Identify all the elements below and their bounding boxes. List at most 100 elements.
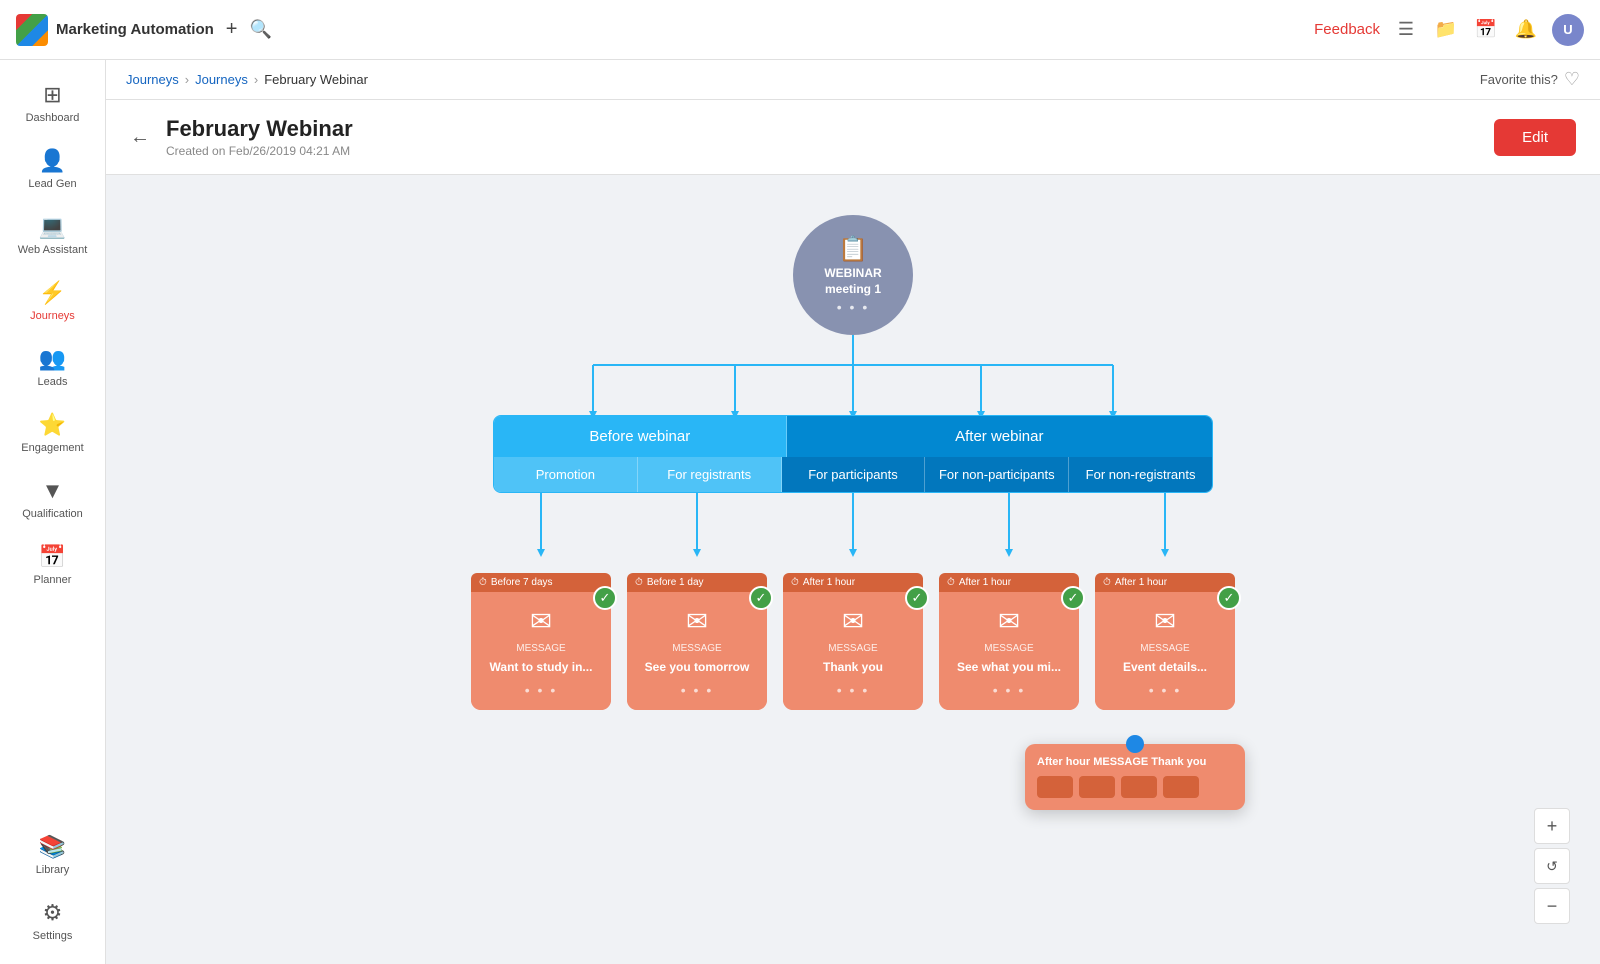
sidebar-item-leads[interactable]: 👥 Leads <box>8 336 98 398</box>
sidebar-label-dashboard: Dashboard <box>26 112 80 124</box>
main-layout: ⊞ Dashboard 👤 Lead Gen 💻 Web Assistant ⚡… <box>0 60 1600 964</box>
branches-sub: Promotion For registrants For participan… <box>494 457 1212 492</box>
webinar-label: WEBINARmeeting 1 <box>824 266 881 297</box>
journeys-icon: ⚡ <box>39 280 66 306</box>
sidebar-label-web-assistant: Web Assistant <box>18 244 88 256</box>
connector-svg-top <box>493 335 1213 415</box>
timer-label-5: After 1 hour <box>1115 577 1167 588</box>
sidebar-item-qualification[interactable]: ▼ Qualification <box>8 468 98 530</box>
message-card-1[interactable]: ⏱ Before 7 days ✉ MESSAGE Want to study … <box>471 573 611 710</box>
avatar[interactable]: U <box>1552 14 1584 46</box>
sidebar-label-journeys: Journeys <box>30 310 75 322</box>
message-card-3[interactable]: ⏱ After 1 hour ✉ MESSAGE Thank you • • •… <box>783 573 923 710</box>
edit-button[interactable]: Edit <box>1494 119 1576 156</box>
sidebar-item-settings[interactable]: ⚙ Settings <box>8 890 98 952</box>
branch-after-header[interactable]: After webinar <box>787 416 1212 457</box>
qualification-icon: ▼ <box>42 478 64 504</box>
branch-sub-participants[interactable]: For participants <box>782 457 926 492</box>
bell-icon[interactable]: 🔔 <box>1512 16 1540 44</box>
sidebar-item-lead-gen[interactable]: 👤 Lead Gen <box>8 138 98 200</box>
card-body-5: ✉ MESSAGE Event details... • • • ✓ <box>1095 592 1235 710</box>
sidebar-item-planner[interactable]: 📅 Planner <box>8 534 98 596</box>
sidebar-label-settings: Settings <box>33 930 73 942</box>
sidebar-label-leads: Leads <box>38 376 68 388</box>
message-card-5[interactable]: ⏱ After 1 hour ✉ MESSAGE Event details..… <box>1095 573 1235 710</box>
popup-title: After hour MESSAGE Thank you <box>1037 756 1233 768</box>
branch-sub-non-participants[interactable]: For non-participants <box>925 457 1069 492</box>
sidebar: ⊞ Dashboard 👤 Lead Gen 💻 Web Assistant ⚡… <box>0 60 106 964</box>
connector-svg-bottom <box>463 493 1243 573</box>
webinar-node[interactable]: 📋 WEBINARmeeting 1 • • • <box>793 215 913 335</box>
popup-dot-2 <box>1079 776 1115 798</box>
breadcrumb-journeys2[interactable]: Journeys <box>195 72 248 87</box>
sidebar-label-engagement: Engagement <box>21 442 83 454</box>
branch-before-header[interactable]: Before webinar <box>494 416 787 457</box>
timer-icon-2: ⏱ <box>635 577 643 588</box>
web-assistant-icon: 💻 <box>39 214 66 240</box>
branch-sub-registrants[interactable]: For registrants <box>638 457 782 492</box>
timer-icon-3: ⏱ <box>791 577 799 588</box>
timer-label-2: Before 1 day <box>647 577 704 588</box>
branch-sub-non-registrants[interactable]: For non-registrants <box>1069 457 1212 492</box>
breadcrumb-sep2: › <box>254 72 258 87</box>
popup-dots-row <box>1037 776 1233 798</box>
heart-icon[interactable]: ♡ <box>1564 69 1580 90</box>
zoom-in-button[interactable]: + <box>1534 808 1570 844</box>
card-timer-1: ⏱ Before 7 days <box>471 573 611 592</box>
page-header: ← February Webinar Created on Feb/26/201… <box>106 100 1600 175</box>
lead-gen-icon: 👤 <box>39 148 66 174</box>
breadcrumb-journeys1[interactable]: Journeys <box>126 72 179 87</box>
popup-dot-4 <box>1163 776 1199 798</box>
sidebar-label-qualification: Qualification <box>22 508 83 520</box>
popup-dot-3 <box>1121 776 1157 798</box>
topbar: Marketing Automation + 🔍 Feedback ☰ 📁 📅 … <box>0 0 1600 60</box>
feedback-button[interactable]: Feedback <box>1314 21 1380 38</box>
timer-label-3: After 1 hour <box>803 577 855 588</box>
cards-row: ⏱ Before 7 days ✉ MESSAGE Want to study … <box>463 573 1243 710</box>
zoom-out-button[interactable]: − <box>1534 888 1570 924</box>
breadcrumb-current: February Webinar <box>264 72 368 87</box>
timer-label-1: Before 7 days <box>491 577 553 588</box>
card-timer-3: ⏱ After 1 hour <box>783 573 923 592</box>
msg-label-3: MESSAGE <box>828 643 877 654</box>
card-dots-4: • • • <box>993 682 1025 698</box>
check-badge-2: ✓ <box>749 586 773 610</box>
card-timer-4: ⏱ After 1 hour <box>939 573 1079 592</box>
list-icon[interactable]: ☰ <box>1392 16 1420 44</box>
timer-icon-5: ⏱ <box>1103 577 1111 588</box>
msg-label-4: MESSAGE <box>984 643 1033 654</box>
msg-text-3: Thank you <box>823 660 883 676</box>
popup-dot-1 <box>1037 776 1073 798</box>
msg-label-2: MESSAGE <box>672 643 721 654</box>
mail-icon-4: ✉ <box>998 606 1020 637</box>
branch-sub-promotion[interactable]: Promotion <box>494 457 638 492</box>
branches-table: Before webinar After webinar Promotion F… <box>493 415 1213 493</box>
zoom-reset-button[interactable]: ↺ <box>1534 848 1570 884</box>
popup-card: After hour MESSAGE Thank you <box>1025 744 1245 810</box>
back-button[interactable]: ← <box>130 126 150 149</box>
search-button[interactable]: 🔍 <box>249 19 271 40</box>
sidebar-item-library[interactable]: 📚 Library <box>8 824 98 886</box>
card-body-4: ✉ MESSAGE See what you mi... • • • ✓ <box>939 592 1079 710</box>
logo-icon <box>16 14 48 46</box>
card-body-2: ✉ MESSAGE See you tomorrow • • • ✓ <box>627 592 767 710</box>
card-dots-2: • • • <box>681 682 713 698</box>
message-card-2[interactable]: ⏱ Before 1 day ✉ MESSAGE See you tomorro… <box>627 573 767 710</box>
planner-icon: 📅 <box>39 544 66 570</box>
library-icon: 📚 <box>39 834 66 860</box>
sidebar-item-engagement[interactable]: ⭐ Engagement <box>8 402 98 464</box>
sidebar-item-web-assistant[interactable]: 💻 Web Assistant <box>8 204 98 266</box>
webinar-dots: • • • <box>837 299 869 315</box>
add-button[interactable]: + <box>226 18 238 41</box>
webinar-icon: 📋 <box>838 235 868 264</box>
card-dots-5: • • • <box>1149 682 1181 698</box>
mail-icon-3: ✉ <box>842 606 864 637</box>
mail-icon-1: ✉ <box>530 606 552 637</box>
timer-icon-4: ⏱ <box>947 577 955 588</box>
sidebar-item-journeys[interactable]: ⚡ Journeys <box>8 270 98 332</box>
message-card-4[interactable]: ⏱ After 1 hour ✉ MESSAGE See what you mi… <box>939 573 1079 710</box>
folder-icon[interactable]: 📁 <box>1432 16 1460 44</box>
calendar-icon[interactable]: 📅 <box>1472 16 1500 44</box>
sidebar-item-dashboard[interactable]: ⊞ Dashboard <box>8 72 98 134</box>
card-timer-5: ⏱ After 1 hour <box>1095 573 1235 592</box>
